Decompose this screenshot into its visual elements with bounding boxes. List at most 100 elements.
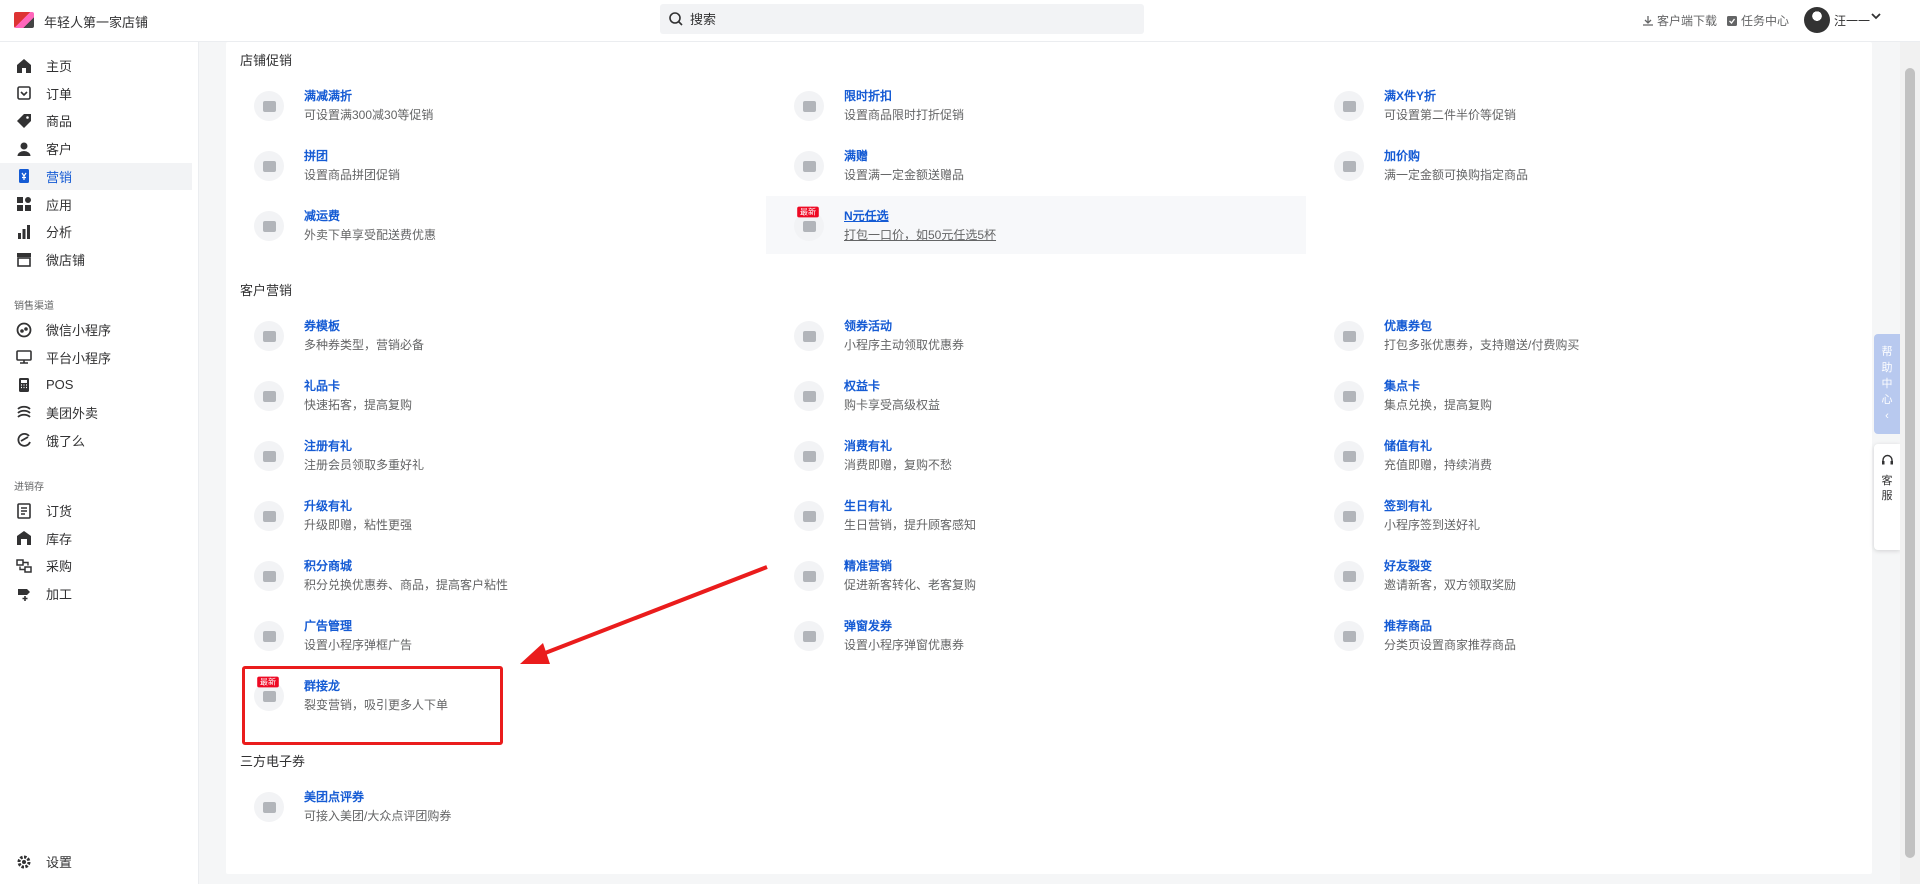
card-title[interactable]: 拼团: [304, 147, 328, 164]
sidebar-item-home[interactable]: 主页: [0, 52, 192, 79]
chevron-down-icon[interactable]: [1870, 10, 1882, 22]
shop-logo[interactable]: [14, 12, 34, 28]
card-title[interactable]: 储值有礼: [1384, 437, 1432, 454]
card-description: 促进新客转化、老客复购: [844, 578, 977, 592]
marketing-tool-card[interactable]: 升级有礼升级即赠，粘性更强: [226, 486, 766, 544]
sidebar-item-tag[interactable]: 商品: [0, 107, 192, 134]
card-title[interactable]: 好友裂变: [1384, 557, 1432, 574]
sidebar-item-chart[interactable]: 分析: [0, 218, 192, 245]
card-title[interactable]: 推荐商品: [1384, 617, 1432, 634]
card-title[interactable]: 生日有礼: [844, 497, 892, 514]
marketing-tool-card[interactable]: 最新 N元任选 打包一口价，如50元任选5杯: [766, 196, 1306, 254]
customer-service-tab[interactable]: 客服: [1874, 444, 1900, 550]
sidebar-item-meituan[interactable]: 美团外卖: [0, 399, 192, 426]
group-buy-icon: [254, 151, 284, 181]
marketing-tool-card[interactable]: 集点卡 集点兑换，提高复购: [1306, 366, 1846, 424]
help-center-tab[interactable]: 帮助中心 ‹: [1874, 334, 1900, 434]
card-title[interactable]: N元任选: [844, 207, 889, 224]
card-description: 升级即赠，粘性更强: [304, 518, 413, 532]
sidebar-item-order[interactable]: 订单: [0, 80, 192, 107]
marketing-tool-card[interactable]: 加价购 满一定金额可换购指定商品: [1306, 136, 1846, 194]
marketing-tool-card[interactable]: 签到有礼 小程序签到送好礼: [1306, 486, 1846, 544]
marketing-tool-card[interactable]: 满赠 设置满一定金额送赠品: [766, 136, 1306, 194]
sidebar-item-platform-mini[interactable]: 平台小程序: [0, 344, 192, 371]
card-title[interactable]: 签到有礼: [1384, 497, 1432, 514]
search-input[interactable]: [690, 4, 1130, 34]
marketing-tool-card[interactable]: 好友裂变邀请新客，双方领取奖励: [1306, 546, 1846, 604]
marketing-tool-card[interactable]: 礼品卡 快速拓客，提高复购: [226, 366, 766, 424]
gift-threshold-icon: [794, 151, 824, 181]
card-title[interactable]: 美团点评券: [304, 788, 364, 805]
card-title[interactable]: 领券活动: [844, 317, 892, 334]
marketing-tool-card[interactable]: 券模板 多种券类型，营销必备: [226, 306, 766, 364]
headset-icon: [1882, 454, 1893, 465]
sidebar-item-wechat-mini[interactable]: 微信小程序: [0, 316, 192, 343]
sidebar-item-settings[interactable]: 设置: [0, 848, 192, 875]
card-description: 邀请新客，双方领取奖励: [1384, 578, 1517, 592]
card-title[interactable]: 集点卡: [1384, 377, 1420, 394]
card-title[interactable]: 优惠券包: [1384, 317, 1432, 334]
card-title[interactable]: 注册有礼: [304, 437, 352, 454]
sidebar-item-store[interactable]: 微店铺: [0, 246, 192, 273]
sidebar-item-warehouse[interactable]: 库存: [0, 525, 192, 552]
marketing-tool-card[interactable]: 广告管理 设置小程序弹框广告: [226, 606, 766, 664]
card-title[interactable]: 满X件Y折: [1384, 87, 1436, 104]
card-title[interactable]: 满减满折: [304, 87, 352, 104]
sidebar-item-pos[interactable]: POS: [0, 371, 192, 398]
marketing-tool-card[interactable]: 储值有礼 充值即赠，持续消费: [1306, 426, 1846, 484]
sidebar-item-eleme[interactable]: 饿了么: [0, 427, 192, 454]
card-title[interactable]: 满赠: [844, 147, 868, 164]
marketing-tool-card[interactable]: 优惠券包 打包多张优惠券，支持赠送/付费购买: [1306, 306, 1846, 364]
shop-name[interactable]: 年轻人第一家店铺: [44, 12, 148, 31]
card-title[interactable]: 权益卡: [844, 377, 880, 394]
card-title[interactable]: 升级有礼: [304, 497, 352, 514]
card-title[interactable]: 券模板: [304, 317, 340, 334]
card-title[interactable]: 减运费: [304, 207, 340, 224]
marketing-tool-card[interactable]: 权益卡 购卡享受高级权益: [766, 366, 1306, 424]
card-title[interactable]: 精准营销: [844, 557, 892, 574]
task-center-link[interactable]: 任务中心: [1726, 12, 1789, 29]
sidebar-item-apps[interactable]: 应用: [0, 191, 192, 218]
scrollbar-thumb[interactable]: [1905, 68, 1915, 858]
sidebar: 主页 订单 商品 客户 营销 应用 分析 微店铺 销售渠道 微信小程序 平台小程序 POS 美团外卖…: [0, 42, 199, 884]
card-title[interactable]: 积分商城: [304, 557, 352, 574]
marketing-tool-card[interactable]: 满X件Y折可设置第二件半价等促销: [1306, 76, 1846, 134]
sidebar-item-label: POS: [46, 377, 74, 393]
card-title[interactable]: 消费有礼: [844, 437, 892, 454]
card-title[interactable]: 广告管理: [304, 617, 352, 634]
platform-mini-icon: [16, 350, 32, 364]
marketing-tool-card[interactable]: 推荐商品 分类页设置商家推荐商品: [1306, 606, 1846, 664]
marketing-tool-card[interactable]: 拼团 设置商品拼团促销: [226, 136, 766, 194]
marketing-tool-card[interactable]: 减运费 外卖下单享受配送费优惠: [226, 196, 766, 254]
sidebar-item-user[interactable]: 客户: [0, 135, 192, 162]
marketing-tool-card[interactable]: 限时折扣 设置商品限时打折促销: [766, 76, 1306, 134]
marketing-tool-card[interactable]: 领券活动 小程序主动领取优惠券: [766, 306, 1306, 364]
gift-box-icon: [1334, 381, 1364, 411]
marketing-tool-card[interactable]: 积分商城 积分兑换优惠券、商品，提高客户粘性: [226, 546, 766, 604]
marketing-tool-card[interactable]: 满减满折 可设置满300减30等促销: [226, 76, 766, 134]
avatar[interactable]: [1804, 7, 1830, 33]
marketing-tool-card[interactable]: 美团点评券可接入美团/大众点评团购券: [226, 777, 766, 835]
client-download-link[interactable]: 客户端下载: [1642, 12, 1717, 29]
search-box[interactable]: [660, 4, 1144, 34]
user-name[interactable]: 汪一一: [1834, 12, 1870, 29]
card-title[interactable]: 限时折扣: [844, 87, 892, 104]
sidebar-item-procure[interactable]: 采购: [0, 552, 192, 579]
marketing-tool-card[interactable]: 消费有礼 消费即赠，复购不愁: [766, 426, 1306, 484]
card-title[interactable]: 弹窗发券: [844, 617, 892, 634]
marketing-icon: [19, 169, 29, 184]
marketing-tool-card[interactable]: 精准营销促进新客转化、老客复购: [766, 546, 1306, 604]
sidebar-item-process[interactable]: 加工: [0, 580, 192, 607]
card-description: 可设置第二件半价等促销: [1384, 108, 1517, 122]
scrollbar[interactable]: [1900, 42, 1920, 884]
marketing-tool-card[interactable]: 弹窗发券设置小程序弹窗优惠券: [766, 606, 1306, 664]
card-title[interactable]: 加价购: [1384, 147, 1420, 164]
card-description: 可接入美团/大众点评团购券: [304, 809, 452, 823]
card-title[interactable]: 礼品卡: [304, 377, 340, 394]
marketing-tool-card[interactable]: 生日有礼 生日营销，提升顾客感知: [766, 486, 1306, 544]
upgrade-icon: [254, 501, 284, 531]
marketing-tool-card[interactable]: 注册有礼 注册会员领取多重好礼: [226, 426, 766, 484]
sidebar-item-marketing[interactable]: 营销: [0, 162, 192, 190]
card-description: 设置小程序弹窗优惠券: [844, 638, 965, 652]
sidebar-item-purchase-order[interactable]: 订货: [0, 497, 192, 524]
